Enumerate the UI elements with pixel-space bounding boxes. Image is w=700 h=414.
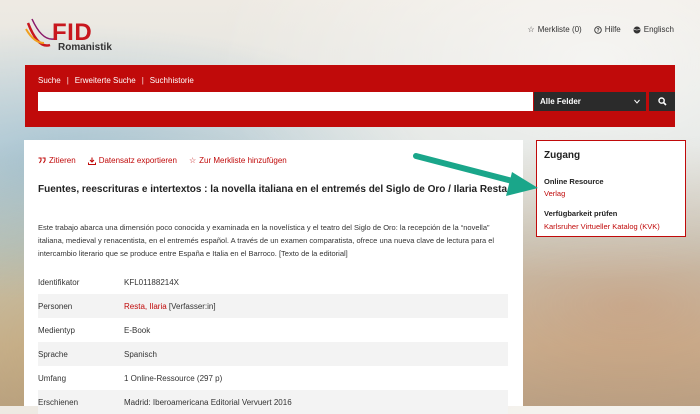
detail-key: Identifikator	[38, 277, 80, 287]
hilfe-label: Hilfe	[604, 25, 621, 34]
detail-value: E-Book	[124, 325, 151, 335]
tab-suchhistorie[interactable]: Suchhistorie	[150, 76, 194, 85]
search-field-selected: Alle Felder	[540, 97, 581, 106]
star-icon: ☆	[527, 25, 535, 34]
hilfe-link[interactable]: ? Hilfe	[593, 25, 621, 34]
search-icon	[657, 97, 667, 106]
site-header: FID Romanistik ☆ Merkliste (0) ? Hilfe E…	[0, 0, 700, 62]
access-panel: Zugang Online Resource Verlag Verfügbark…	[536, 140, 686, 237]
search-tabs: Suche | Erweiterte Suche | Suchhistorie	[38, 76, 194, 85]
quote-icon	[38, 157, 46, 164]
table-row: Identifikator KFL01188214X	[38, 270, 508, 294]
availability-label: Verfügbarkeit prüfen	[544, 209, 618, 218]
detail-value: 1 Online-Ressource (297 p)	[124, 373, 223, 383]
help-icon: ?	[593, 25, 602, 33]
record-panel: Zitieren Datensatz exportieren ☆ Zur Mer…	[24, 140, 523, 414]
tab-separator: |	[66, 76, 69, 85]
person-link[interactable]: Resta, Ilaria	[124, 302, 167, 311]
tab-separator: |	[141, 76, 144, 85]
access-heading: Zugang	[544, 150, 581, 161]
online-resource-label: Online Resource	[544, 177, 604, 186]
add-to-merkliste-button[interactable]: ☆ Zur Merkliste hinzufügen	[189, 156, 287, 165]
detail-key: Medientyp	[38, 325, 75, 335]
detail-key: Personen	[38, 301, 73, 311]
merkliste-label: Merkliste (0)	[537, 25, 582, 34]
tab-suche[interactable]: Suche	[38, 76, 61, 85]
person-role: [Verfasser:in]	[166, 301, 216, 311]
search-input[interactable]	[38, 92, 533, 111]
detail-value: Spanisch	[124, 349, 157, 359]
detail-value: Resta, Ilaria [Verfasser:in]	[124, 302, 216, 311]
table-row: Sprache Spanisch	[38, 342, 508, 366]
record-abstract: Este trabajo abarca una dimensión poco c…	[38, 223, 495, 258]
star-icon: ☆	[188, 156, 197, 165]
zitieren-button[interactable]: Zitieren	[38, 156, 76, 165]
search-bar: Suche | Erweiterte Suche | Suchhistorie …	[25, 65, 675, 127]
search-button[interactable]	[649, 92, 675, 111]
detail-key: Umfang	[38, 373, 67, 383]
top-links: ☆ Merkliste (0) ? Hilfe Englisch	[528, 25, 674, 34]
detail-key: Sprache	[38, 349, 68, 359]
tab-erweiterte-suche[interactable]: Erweiterte Suche	[75, 76, 136, 85]
table-row: Umfang 1 Online-Ressource (297 p)	[38, 366, 508, 390]
language-label: Englisch	[643, 25, 674, 34]
detail-key: Erschienen	[38, 397, 79, 407]
add-to-merkliste-label: Zur Merkliste hinzufügen	[199, 156, 287, 165]
export-label: Datensatz exportieren	[98, 156, 177, 165]
download-icon	[87, 157, 96, 165]
zitieren-label: Zitieren	[49, 156, 76, 165]
publisher-link[interactable]: Verlag	[544, 189, 565, 198]
merkliste-link[interactable]: ☆ Merkliste (0)	[528, 25, 582, 34]
logo-subtitle-text: Romanistik	[58, 42, 112, 53]
record-details-table: Identifikator KFL01188214X Personen Rest…	[38, 270, 508, 414]
export-button[interactable]: Datensatz exportieren	[87, 156, 177, 165]
table-row: Personen Resta, Ilaria [Verfasser:in]	[38, 294, 508, 318]
language-link[interactable]: Englisch	[633, 25, 674, 34]
record-actions: Zitieren Datensatz exportieren ☆ Zur Mer…	[38, 156, 287, 165]
detail-value: KFL01188214X	[124, 277, 180, 287]
svg-text:?: ?	[596, 27, 599, 33]
fid-romanistik-logo[interactable]: FID Romanistik	[24, 13, 144, 53]
table-row: Erschienen Madrid: Iberoamericana Editor…	[38, 390, 508, 414]
search-field-select[interactable]: Alle Felder	[534, 92, 646, 111]
chevron-down-icon	[634, 99, 640, 104]
kvk-link[interactable]: Karlsruher Virtueller Katalog (KVK)	[544, 222, 660, 231]
detail-value: Madrid: Iberoamericana Editorial Vervuer…	[124, 397, 292, 407]
globe-icon	[633, 26, 641, 33]
record-title: Fuentes, reescrituras e intertextos : la…	[38, 184, 508, 195]
table-row: Medientyp E-Book	[38, 318, 508, 342]
